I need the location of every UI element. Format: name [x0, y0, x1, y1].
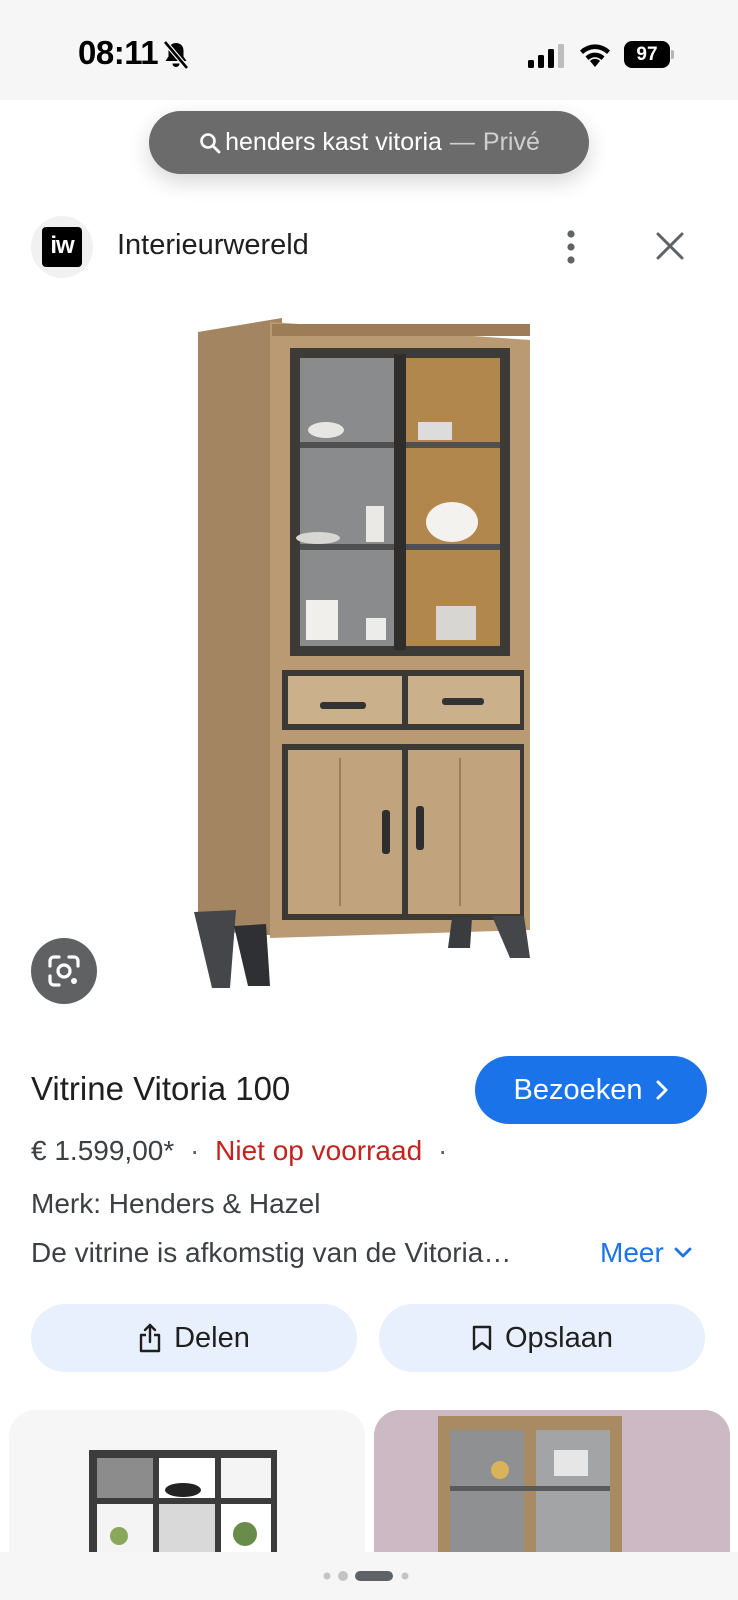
bell-slash-icon [163, 40, 189, 70]
visit-button[interactable]: Bezoeken [475, 1056, 707, 1124]
lens-button[interactable] [31, 938, 97, 1004]
stock-status: Niet op voorraad [215, 1135, 423, 1166]
chevron-down-icon [674, 1247, 692, 1258]
share-button-label: Delen [174, 1321, 250, 1354]
visit-button-label: Bezoeken [513, 1073, 643, 1106]
price-row: € 1.599,00* · Niet op voorraad · [31, 1135, 455, 1167]
search-query: henders kast vitoria [225, 128, 442, 156]
status-bar: 08:11 97 [0, 0, 738, 100]
related-image-2-picture [374, 1410, 730, 1552]
status-time: 08:11 [78, 34, 159, 71]
product-brand: Merk: Henders & Hazel [31, 1188, 321, 1219]
related-image-1[interactable] [9, 1410, 365, 1552]
product-title: Vitrine Vitoria 100 [31, 1070, 291, 1107]
share-button[interactable]: Delen [31, 1304, 357, 1372]
share-icon [139, 1323, 161, 1353]
wifi-icon [580, 44, 610, 67]
battery-tip [671, 50, 674, 59]
search-icon [200, 132, 221, 153]
search-separator: — [449, 128, 475, 156]
source-name[interactable]: Interieurwereld [117, 229, 309, 262]
lens-icon [48, 955, 80, 987]
separator-dot: · [190, 1135, 200, 1166]
related-image-2[interactable] [374, 1410, 730, 1552]
private-mode-label: Privé [482, 128, 540, 156]
more-link[interactable]: Meer [600, 1237, 692, 1269]
save-button[interactable]: Opslaan [379, 1304, 705, 1372]
battery-level: 97 [624, 41, 670, 68]
more-link-label: Meer [600, 1237, 664, 1268]
bookmark-icon [472, 1325, 492, 1351]
chevron-right-icon [656, 1080, 667, 1100]
separator-dot: · [437, 1135, 448, 1166]
save-button-label: Opslaan [504, 1321, 613, 1354]
product-price: € 1.599,00* [31, 1135, 175, 1166]
product-description: De vitrine is afkomstig van de Vitoria… [31, 1237, 512, 1268]
product-image[interactable] [190, 318, 550, 1008]
close-icon[interactable] [655, 231, 685, 261]
source-logo-text: iw [42, 227, 82, 267]
signal-icon [528, 44, 564, 68]
related-image-1-picture [89, 1450, 277, 1552]
battery-icon: 97 [624, 41, 674, 68]
source-logo[interactable]: iw [31, 216, 93, 278]
page-indicator [323, 1571, 409, 1581]
search-bar[interactable]: henders kast vitoria — Privé [149, 111, 589, 174]
more-vert-icon[interactable] [566, 229, 576, 265]
